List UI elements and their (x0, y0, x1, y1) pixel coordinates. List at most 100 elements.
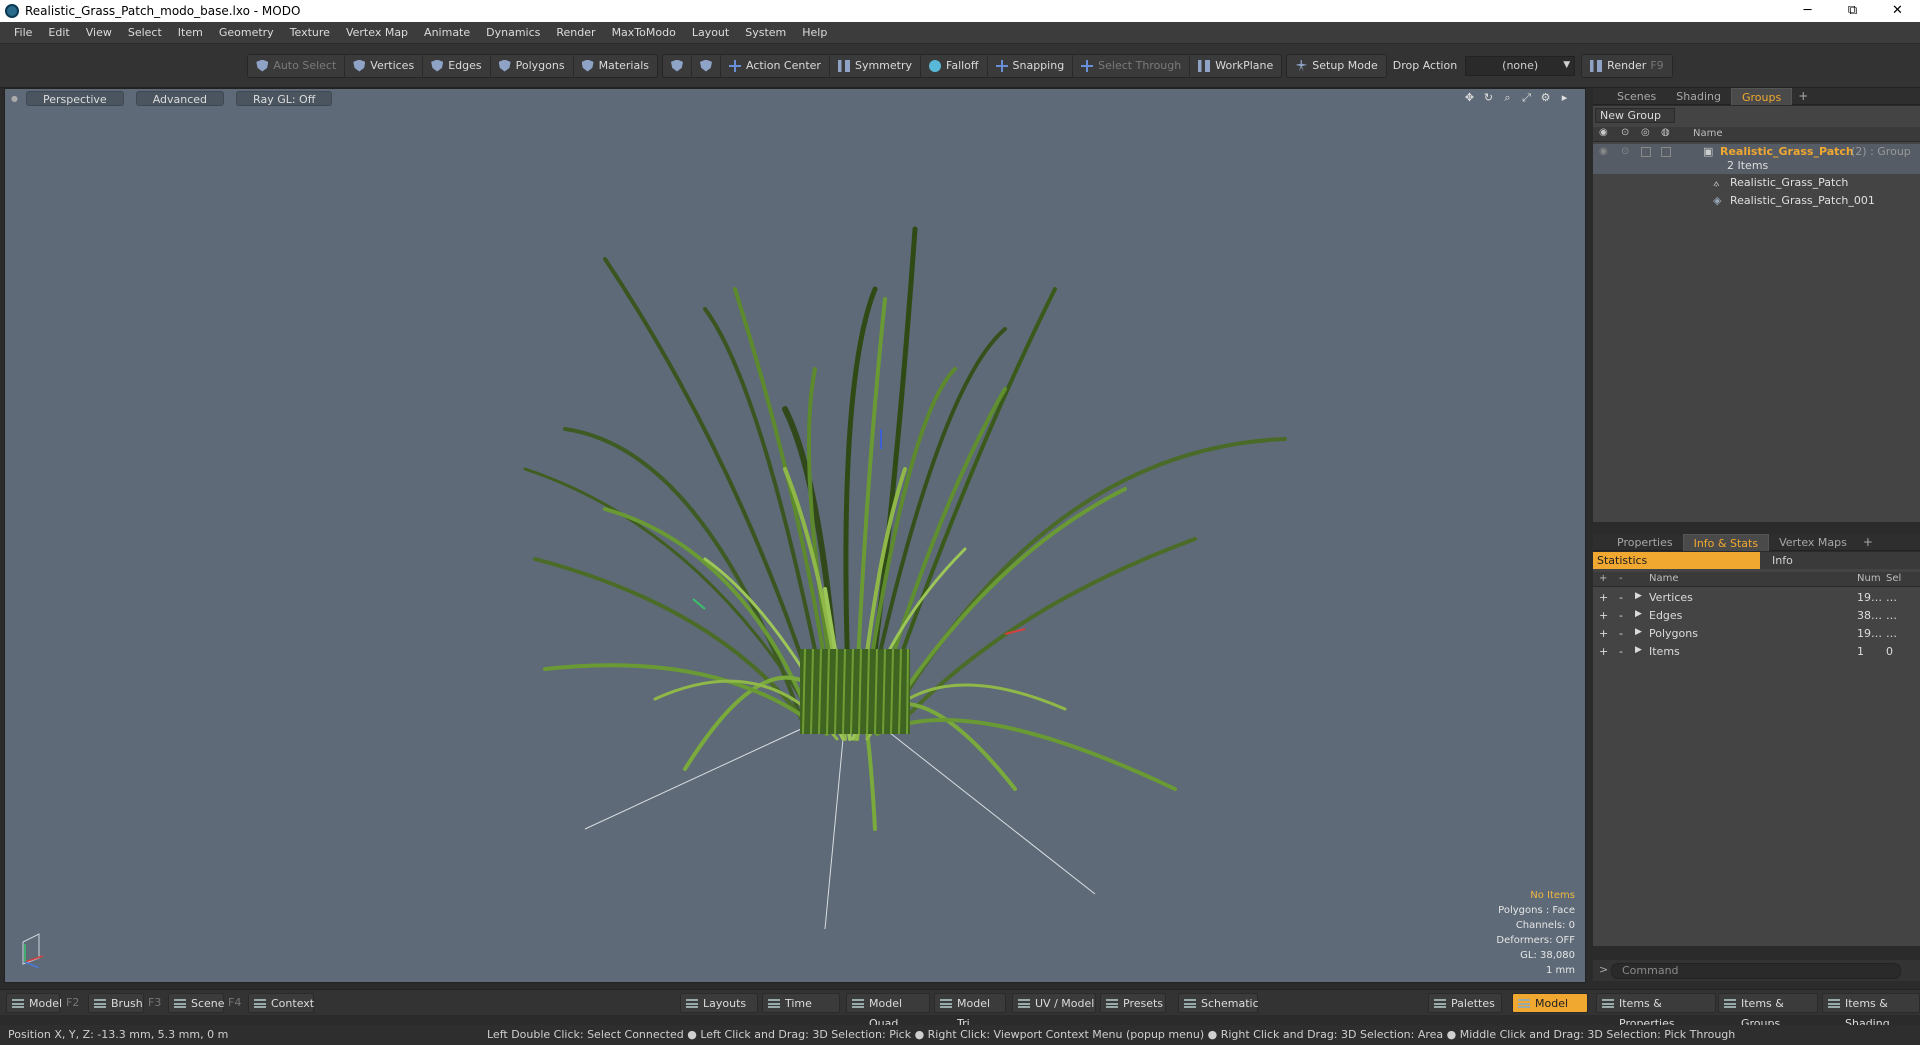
eye-icon[interactable]: ◉ (1599, 127, 1608, 138)
group-child-row-1[interactable]: ⟑ Realistic_Grass_Patch (1593, 175, 1920, 192)
stats-row-items[interactable]: + - ▶ Items 1 0 (1593, 643, 1920, 661)
model-layout-button[interactable]: Model (6, 993, 62, 1013)
close-button[interactable]: ✕ (1875, 0, 1920, 22)
vertices-button[interactable]: Vertices (345, 53, 424, 78)
palettes-button[interactable]: Palettes (1428, 993, 1502, 1013)
menu-file[interactable]: File (6, 22, 40, 44)
stats-row-num: 19… (1857, 591, 1882, 604)
group-child-row-2[interactable]: ◈ Realistic_Grass_Patch_001 (1593, 193, 1920, 210)
group-lock-icon[interactable]: ⊙ (1621, 146, 1629, 157)
menu-item[interactable]: Item (170, 22, 211, 44)
add-icon[interactable]: + (1599, 609, 1608, 622)
render-button[interactable]: Render F9 (1582, 54, 1672, 78)
polygons-button[interactable]: Polygons (491, 53, 574, 78)
menu-help[interactable]: Help (794, 22, 835, 44)
context-layout-button[interactable]: Context (248, 993, 314, 1013)
stats-row-vertices[interactable]: + - ▶ Vertices 19… … (1593, 589, 1920, 607)
minimize-button[interactable]: ─ (1785, 0, 1830, 22)
menu-animate[interactable]: Animate (416, 22, 478, 44)
materials-button[interactable]: Materials (574, 54, 657, 78)
group-checkbox-b[interactable] (1661, 147, 1671, 157)
uv-model-button[interactable]: UV / Model (1012, 993, 1096, 1013)
select-through-button[interactable]: Select Through (1073, 53, 1191, 78)
render-visibility-icon[interactable]: ◎ (1641, 127, 1650, 138)
pivot-mode-button[interactable] (692, 53, 721, 78)
chevron-down-icon: ▼ (1563, 59, 1571, 70)
group-checkbox-a[interactable] (1641, 147, 1651, 157)
materials-icon (581, 59, 594, 72)
stats-row-edges[interactable]: + - ▶ Edges 38… … (1593, 607, 1920, 625)
items-shading-button[interactable]: Items & Shading (1822, 993, 1920, 1030)
stats-row-polygons[interactable]: + - ▶ Polygons 19… … (1593, 625, 1920, 643)
model-quad-button[interactable]: Model Quad (846, 993, 930, 1030)
menu-select[interactable]: Select (120, 22, 170, 44)
menu-render[interactable]: Render (548, 22, 603, 44)
expand-arrow-icon[interactable]: ▶ (1635, 645, 1642, 655)
model-tri-button[interactable]: Model Tri (934, 993, 1006, 1030)
tab-shading[interactable]: Shading (1666, 88, 1731, 105)
presets-button[interactable]: Presets (1100, 993, 1166, 1013)
statistics-subtab[interactable]: Statistics (1593, 552, 1760, 569)
add-icon[interactable]: + (1599, 645, 1608, 658)
remove-icon[interactable]: - (1619, 609, 1623, 622)
items-properties-button[interactable]: Items & Properties (1596, 993, 1716, 1030)
layouts-button[interactable]: Layouts (680, 993, 758, 1013)
falloff-button[interactable]: Falloff (921, 53, 988, 78)
tab-properties[interactable]: Properties (1607, 534, 1683, 551)
3d-viewport[interactable]: ● Perspective Advanced Ray GL: Off ✥ ↻ ⌕… (4, 88, 1586, 983)
menu-view[interactable]: View (78, 22, 120, 44)
tab-info-stats[interactable]: Info & Stats (1682, 533, 1770, 551)
model-active-button[interactable]: Model (1512, 993, 1588, 1013)
tab-scenes[interactable]: Scenes (1607, 88, 1666, 105)
remove-icon[interactable]: - (1619, 627, 1623, 640)
group-visibility-eye-icon[interactable]: ◉ (1599, 146, 1608, 157)
time-button[interactable]: Time (762, 993, 840, 1013)
remove-icon[interactable]: - (1619, 645, 1623, 658)
remove-icon[interactable]: - (1619, 591, 1623, 604)
selection-mode-group: Auto Select Vertices Edges Polygons Mate… (247, 53, 658, 78)
tab-groups[interactable]: Groups (1730, 87, 1793, 105)
menu-layout[interactable]: Layout (684, 22, 737, 44)
add-tab-plus-icon[interactable]: + (1792, 89, 1814, 103)
menu-dynamics[interactable]: Dynamics (478, 22, 548, 44)
expand-arrow-icon[interactable]: ▶ (1635, 609, 1642, 619)
add-tab-plus-icon[interactable]: + (1857, 535, 1879, 549)
command-input[interactable]: Command (1611, 962, 1901, 979)
info-subtab[interactable]: Info (1760, 552, 1920, 569)
menu-geometry[interactable]: Geometry (211, 22, 282, 44)
lock-icon[interactable]: ⊙ (1621, 127, 1629, 138)
auto-select-button[interactable]: Auto Select (248, 53, 346, 78)
symmetry-button[interactable]: Symmetry (830, 53, 922, 78)
render-group: Render F9 (1581, 53, 1673, 78)
expand-arrow-icon[interactable]: ▶ (1635, 591, 1642, 601)
new-group-button[interactable]: New Group (1595, 108, 1675, 123)
add-icon[interactable]: + (1599, 591, 1608, 604)
expand-arrow-icon[interactable]: ▶ (1635, 627, 1642, 637)
add-icon[interactable]: + (1599, 627, 1608, 640)
mesh-item-icon: ◈ (1713, 194, 1722, 207)
action-center-button[interactable]: Action Center (721, 53, 830, 78)
menu-maxtomodo[interactable]: MaxToModo (604, 22, 684, 44)
tab-vertex-maps[interactable]: Vertex Maps (1769, 534, 1857, 551)
select-lock-icon[interactable]: ◍ (1661, 127, 1670, 138)
snapping-button[interactable]: Snapping (988, 53, 1074, 78)
item-mode-button[interactable] (663, 53, 692, 78)
scene-layout-button[interactable]: Scene (168, 993, 225, 1013)
menu-vertex-map[interactable]: Vertex Map (338, 22, 416, 44)
expand-all-icon[interactable]: + (1599, 573, 1607, 584)
menu-system[interactable]: System (737, 22, 794, 44)
items-groups-button[interactable]: Items & Groups (1718, 993, 1818, 1030)
schematic-button[interactable]: Schematic (1178, 993, 1259, 1013)
setup-mode-button[interactable]: Setup Mode (1287, 54, 1385, 78)
action-center-icon (728, 59, 741, 72)
maximize-button[interactable]: ⧉ (1830, 0, 1875, 22)
group-row-realistic-grass-patch[interactable]: ◉ ⊙ ▣ Realistic_Grass_Patch (2) : Group … (1593, 144, 1920, 174)
workplane-button[interactable]: WorkPlane (1190, 54, 1281, 78)
stats-row-num: 1 (1857, 645, 1864, 658)
menu-edit[interactable]: Edit (40, 22, 77, 44)
collapse-all-icon[interactable]: - (1619, 573, 1623, 584)
edges-button[interactable]: Edges (423, 53, 491, 78)
menu-texture[interactable]: Texture (282, 22, 338, 44)
brush-layout-button[interactable]: Brush (88, 993, 144, 1013)
drop-action-select[interactable]: (none) ▼ (1465, 55, 1576, 76)
